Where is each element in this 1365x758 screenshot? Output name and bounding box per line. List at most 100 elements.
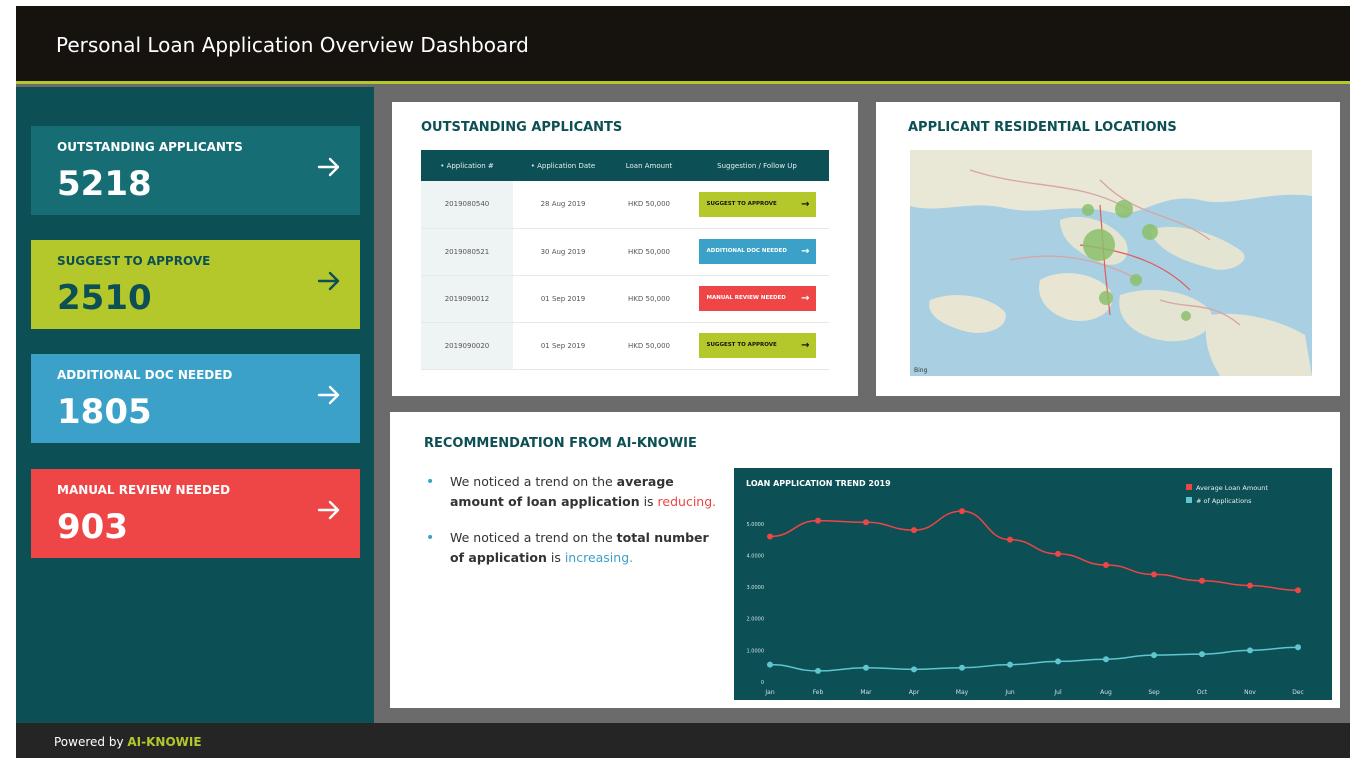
arrow-right-icon[interactable]	[316, 154, 342, 180]
suggestion-button[interactable]: ADDITIONAL DOC NEEDED →	[698, 239, 816, 264]
arrow-right-icon[interactable]	[316, 382, 342, 408]
arrow-right-icon: →	[801, 198, 810, 210]
data-point	[1055, 658, 1061, 665]
dashboard-frame: Personal Loan Application Overview Dashb…	[16, 6, 1350, 758]
recommendation-list: • We noticed a trend on the average amoun…	[424, 472, 724, 584]
kpi-value: 903	[57, 507, 128, 547]
map-canvas: Bing	[910, 150, 1312, 376]
loan-amount: HKD 50,000	[613, 322, 685, 370]
data-point	[1055, 550, 1061, 557]
column-header-amount: Loan Amount	[613, 150, 685, 181]
kpi-suggest-to-approve[interactable]: SUGGEST TO APPROVE 2510	[31, 240, 360, 329]
x-tick-label: Apr	[909, 689, 920, 696]
x-tick-label: Sep	[1148, 689, 1160, 696]
legend-label: # of Applications	[1196, 497, 1252, 505]
x-tick-label: Aug	[1100, 689, 1112, 696]
data-point	[767, 533, 773, 540]
kpi-label: SUGGEST TO APPROVE	[57, 254, 211, 268]
location-map[interactable]: Bing	[910, 150, 1312, 376]
x-tick-label: Oct	[1197, 689, 1208, 696]
suggestion-button[interactable]: MANUAL REVIEW NEEDED →	[698, 286, 816, 311]
x-tick-label: Nov	[1244, 689, 1256, 696]
table-row: 2019090020 01 Sep 2019 HKD 50,000 SUGGES…	[421, 322, 829, 370]
data-point	[863, 664, 869, 671]
data-point	[959, 508, 965, 515]
kpi-outstanding-applicants[interactable]: OUTSTANDING APPLICANTS 5218	[31, 126, 360, 215]
data-point	[863, 519, 869, 526]
kpi-additional-doc-needed[interactable]: ADDITIONAL DOC NEEDED 1805	[31, 354, 360, 443]
kpi-value: 5218	[57, 164, 152, 204]
x-tick-label: Dec	[1292, 689, 1304, 696]
kpi-manual-review-needed[interactable]: MANUAL REVIEW NEEDED 903	[31, 469, 360, 558]
kpi-label: MANUAL REVIEW NEEDED	[57, 483, 231, 497]
legend-swatch	[1186, 497, 1192, 503]
application-id: 2019080521	[421, 228, 513, 276]
arrow-right-icon: →	[801, 246, 810, 257]
column-header-suggestion: Suggestion / Follow Up	[685, 150, 829, 181]
applicants-table: • Application # • Application Date Loan …	[421, 150, 829, 370]
data-point	[1007, 536, 1013, 543]
application-id: 2019080540	[421, 181, 513, 229]
data-point	[1247, 582, 1253, 589]
legend-swatch	[1186, 484, 1192, 490]
recommendation-panel: RECOMMENDATION FROM AI-KNOWIE • We notice…	[390, 412, 1340, 708]
column-header-application[interactable]: • Application #	[421, 150, 513, 181]
arrow-right-icon: →	[801, 340, 810, 351]
y-tick-label: 1.0000	[747, 648, 765, 654]
table-row: 2019080521 30 Aug 2019 HKD 50,000 ADDITI…	[421, 228, 829, 276]
data-point	[1199, 651, 1205, 658]
series-line	[769, 510, 1299, 592]
data-point	[911, 666, 917, 673]
kpi-label: ADDITIONAL DOC NEEDED	[57, 368, 233, 382]
application-date: 01 Sep 2019	[513, 275, 613, 323]
panel-title: OUTSTANDING APPLICANTS	[421, 120, 623, 135]
suggestion-button[interactable]: SUGGEST TO APPROVE →	[698, 191, 816, 217]
brand-name: AI-KNOWIE	[127, 735, 202, 749]
trend-highlight: reducing	[657, 494, 713, 509]
table-row: 2019080540 28 Aug 2019 HKD 50,000 SUGGES…	[421, 181, 829, 229]
suggestion-button[interactable]: SUGGEST TO APPROVE →	[698, 333, 816, 358]
outstanding-applicants-panel: OUTSTANDING APPLICANTS • Application # •…	[392, 102, 858, 396]
x-tick-label: Jan	[764, 689, 774, 696]
loan-amount: HKD 50,000	[613, 275, 685, 323]
footer-bar: Powered by AI-KNOWIE	[16, 723, 1350, 758]
kpi-value: 2510	[57, 278, 152, 318]
header-bar: Personal Loan Application Overview Dashb…	[16, 6, 1350, 84]
arrow-right-icon[interactable]	[316, 497, 342, 523]
data-point	[1199, 577, 1205, 584]
loan-amount: HKD 50,000	[613, 228, 685, 276]
application-date: 01 Sep 2019	[513, 322, 613, 370]
x-tick-label: Feb	[813, 689, 824, 696]
recommendation-item: • We noticed a trend on the average amoun…	[426, 474, 717, 509]
data-point	[815, 667, 821, 674]
application-date: 30 Aug 2019	[513, 228, 613, 276]
y-tick-label: 4.0000	[747, 553, 765, 559]
legend-label: Average Loan Amount	[1196, 484, 1268, 492]
data-point	[1007, 661, 1013, 668]
data-point	[911, 527, 917, 534]
application-date: 28 Aug 2019	[513, 181, 613, 229]
kpi-value: 1805	[57, 392, 152, 432]
loan-trend-chart: LOAN APPLICATION TREND 2019 0 1.0000 2.0000…	[734, 468, 1332, 700]
bullet-icon: •	[426, 530, 435, 546]
suggestion-label: ADDITIONAL DOC NEEDED	[706, 248, 787, 254]
trend-highlight: increasing	[564, 550, 630, 565]
data-point	[767, 661, 773, 668]
suggestion-label: MANUAL REVIEW NEEDED	[706, 295, 786, 301]
data-point	[815, 517, 821, 524]
x-tick-label: Jun	[1004, 689, 1015, 696]
data-point	[1151, 571, 1157, 578]
loan-amount: HKD 50,000	[613, 181, 685, 229]
x-tick-label: May	[956, 689, 969, 696]
data-point	[1103, 561, 1109, 568]
column-header-date[interactable]: • Application Date	[513, 150, 613, 181]
arrow-right-icon[interactable]	[316, 268, 342, 294]
kpi-label: OUTSTANDING APPLICANTS	[57, 140, 243, 154]
y-tick-label: 0	[761, 680, 764, 686]
application-id: 2019090020	[421, 322, 513, 370]
kpi-sidebar: OUTSTANDING APPLICANTS 5218 SUGGEST TO A…	[16, 87, 374, 723]
panel-title: RECOMMENDATION FROM AI-KNOWIE	[424, 436, 697, 451]
page-title: Personal Loan Application Overview Dashb…	[56, 33, 529, 57]
y-tick-label: 5.0000	[747, 522, 765, 528]
data-point	[1295, 587, 1301, 594]
